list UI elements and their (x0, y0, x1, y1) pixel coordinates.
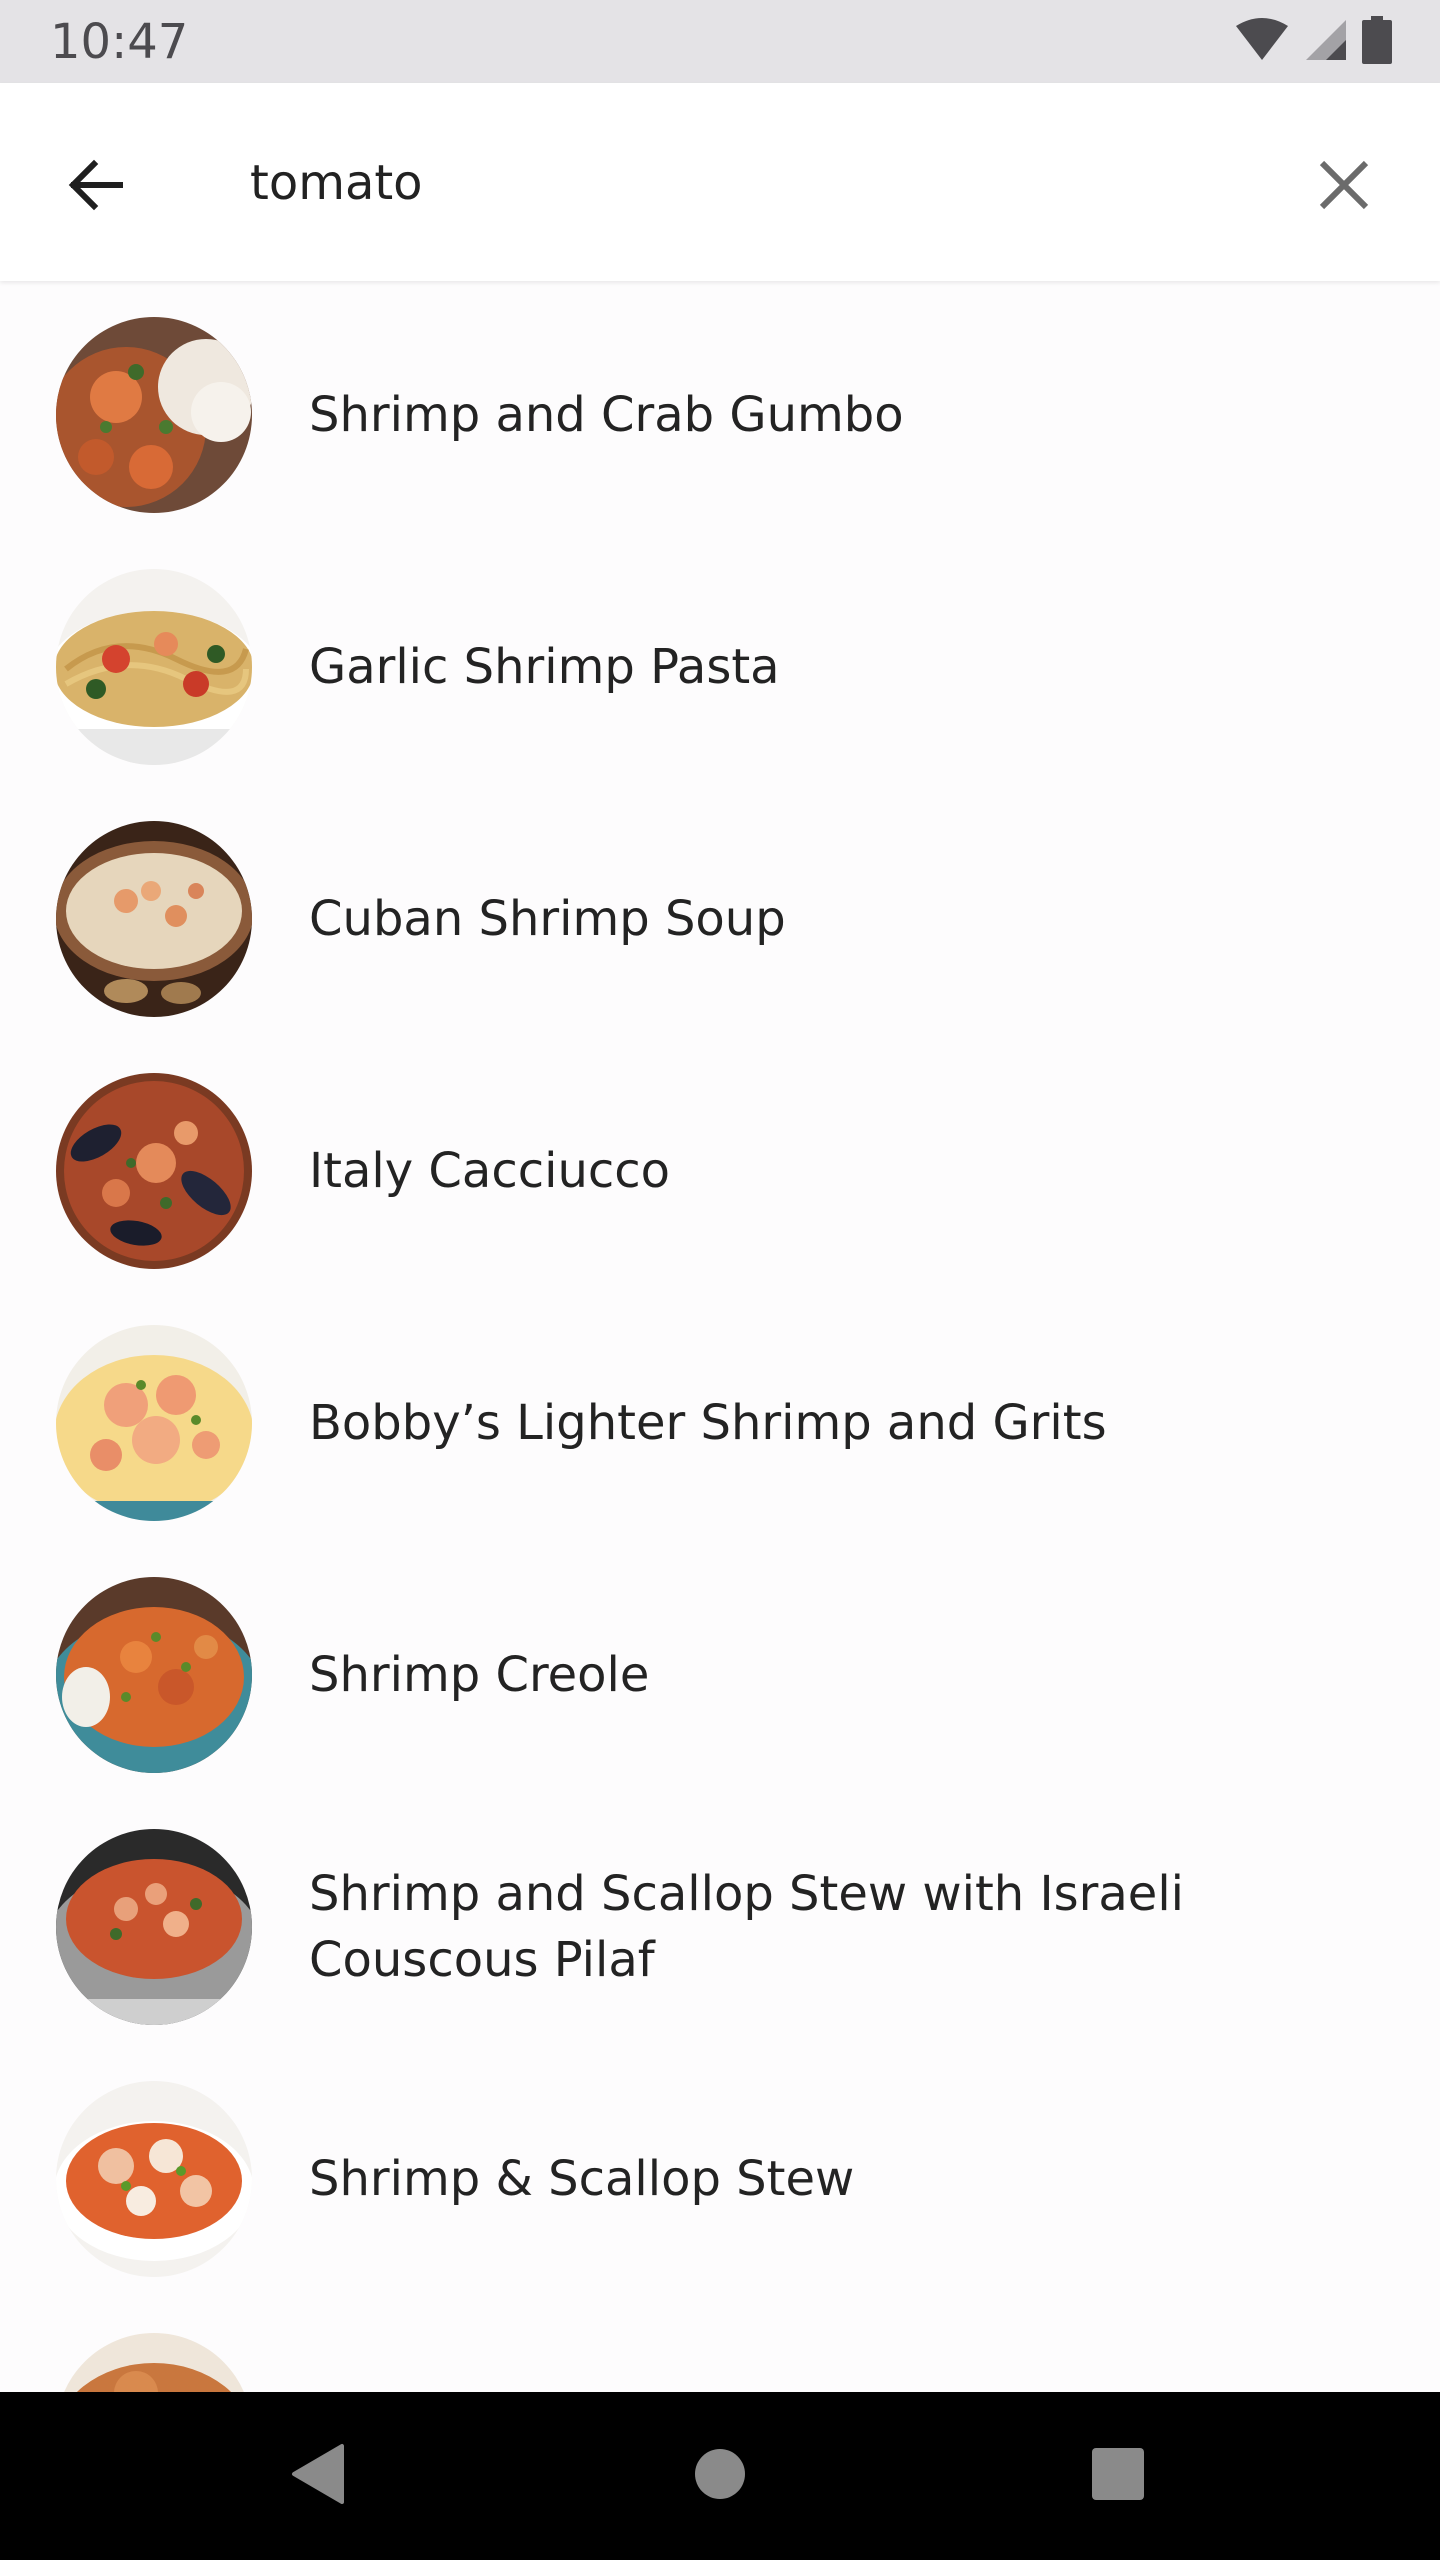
recipe-thumbnail (56, 2333, 252, 2392)
result-item[interactable] (0, 2327, 1440, 2392)
recipe-title: Bobby’s Lighter Shrimp and Grits (309, 1395, 1107, 1451)
search-app-bar (0, 83, 1440, 281)
nav-recents-button[interactable] (1070, 2428, 1166, 2524)
wifi-icon (1234, 17, 1290, 67)
recipe-thumbnail (56, 2081, 252, 2277)
recipe-thumbnail (56, 1325, 252, 1521)
nav-home-button[interactable] (672, 2428, 768, 2524)
results-list: Shrimp and Crab Gumbo Garlic Shrimp Past… (0, 281, 1440, 2392)
recipe-title: Garlic Shrimp Pasta (309, 639, 780, 695)
back-button[interactable] (48, 139, 144, 235)
clear-search-button[interactable] (1296, 139, 1392, 235)
close-icon (1316, 157, 1372, 218)
nav-recents-icon (1090, 2446, 1146, 2507)
result-item[interactable]: Shrimp Creole (0, 1571, 1440, 1823)
recipe-thumbnail (56, 1073, 252, 1269)
nav-home-icon (693, 2447, 747, 2506)
cellular-signal-icon (1304, 18, 1348, 67)
result-item[interactable]: Bobby’s Lighter Shrimp and Grits (0, 1319, 1440, 1571)
result-item[interactable]: Shrimp and Scallop Stew with Israeli Cou… (0, 1823, 1440, 2075)
recipe-title: Cuban Shrimp Soup (309, 891, 786, 947)
result-item[interactable]: Shrimp and Crab Gumbo (0, 311, 1440, 563)
recipe-title: Shrimp and Scallop Stew with Israeli Cou… (309, 1866, 1184, 1988)
recipe-thumbnail (56, 1829, 252, 2025)
recipe-thumbnail (56, 569, 252, 765)
nav-back-button[interactable] (270, 2428, 366, 2524)
search-input[interactable] (250, 143, 1250, 223)
result-item[interactable]: Italy Cacciucco (0, 1067, 1440, 1319)
recipe-title: Shrimp & Scallop Stew (309, 2151, 855, 2207)
recipe-title: Shrimp Creole (309, 1647, 650, 1703)
nav-back-icon (290, 2442, 346, 2511)
recipe-thumbnail (56, 317, 252, 513)
result-item[interactable]: Garlic Shrimp Pasta (0, 563, 1440, 815)
result-item[interactable]: Cuban Shrimp Soup (0, 815, 1440, 1067)
battery-icon (1362, 15, 1392, 69)
status-time: 10:47 (50, 14, 189, 70)
navigation-bar (0, 2392, 1440, 2560)
arrow-back-icon (64, 153, 128, 222)
recipe-thumbnail (56, 821, 252, 1017)
status-icons (1234, 15, 1392, 69)
recipe-title: Italy Cacciucco (309, 1143, 671, 1199)
result-item[interactable]: Shrimp & Scallop Stew (0, 2075, 1440, 2327)
status-bar: 10:47 (0, 0, 1440, 83)
recipe-title: Shrimp and Crab Gumbo (309, 387, 904, 443)
recipe-thumbnail (56, 1577, 252, 1773)
